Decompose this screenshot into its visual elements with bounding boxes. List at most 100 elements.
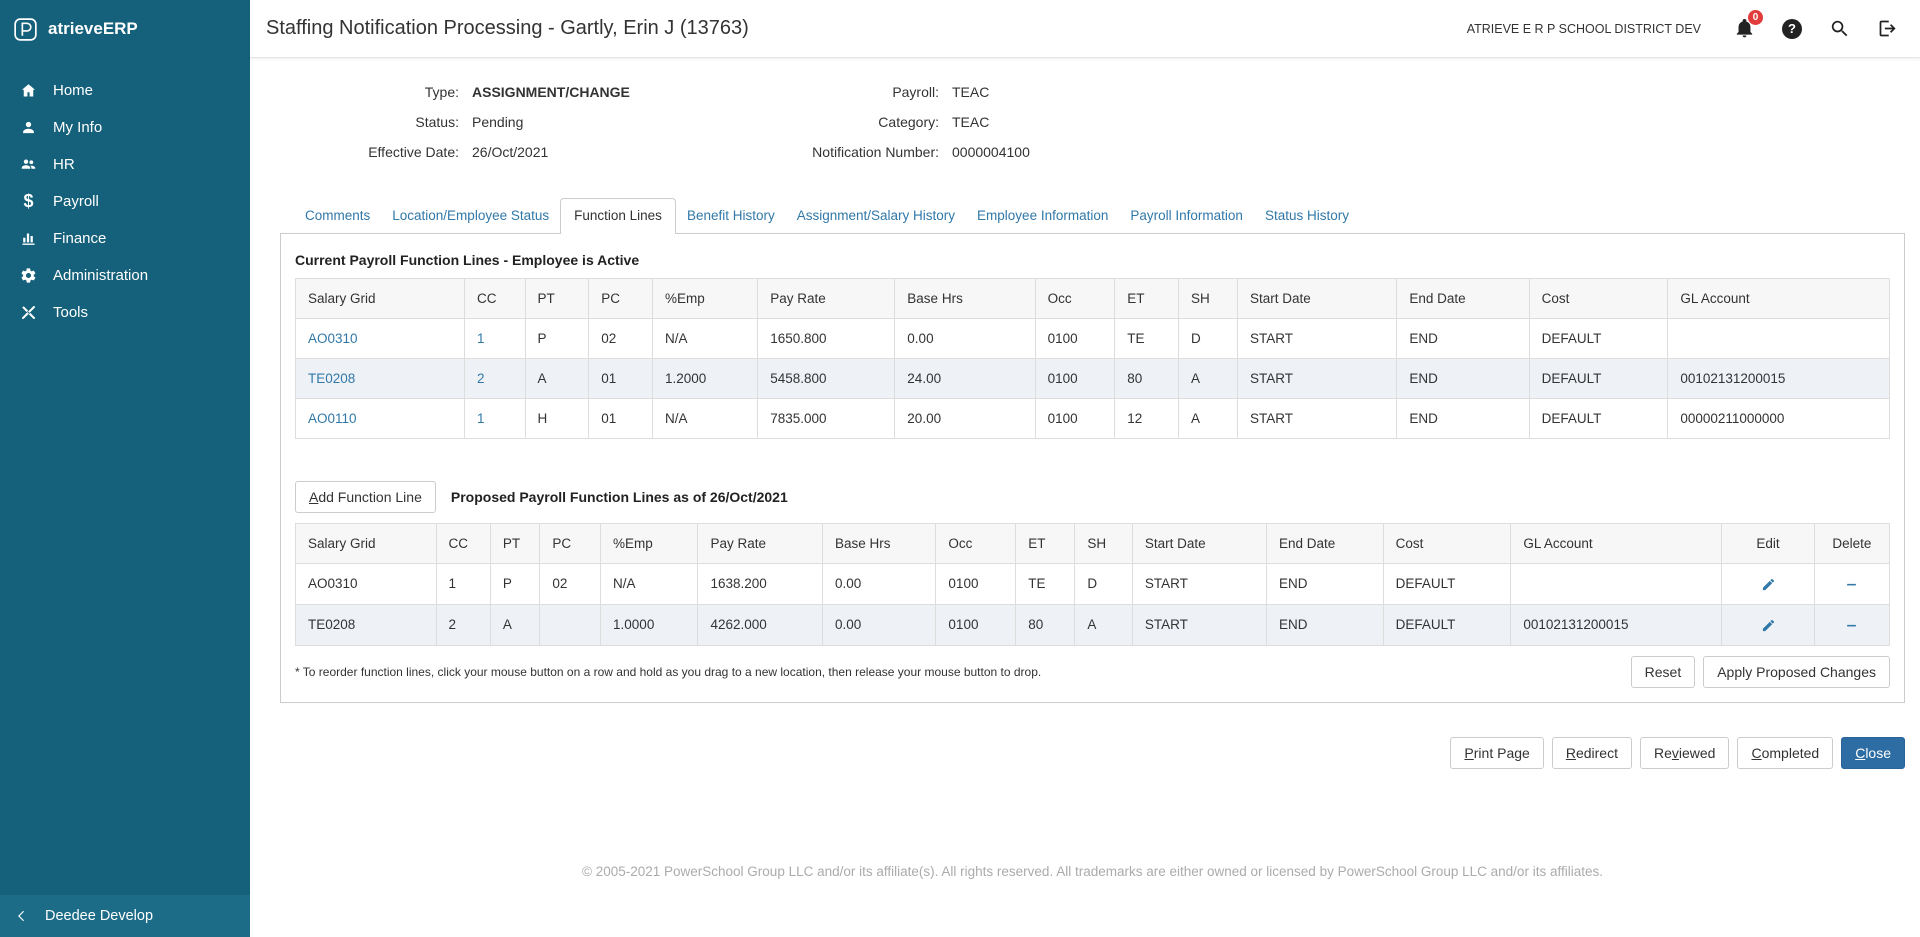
search-button[interactable] [1829,18,1850,39]
tab-function-lines[interactable]: Function Lines [560,198,676,234]
close-button[interactable]: Close [1841,737,1905,769]
content: Type:ASSIGNMENT/CHANGE Status:Pending Ef… [250,58,1920,937]
cell-start-date: START [1132,604,1266,645]
sidebar-item-hr[interactable]: HR [0,146,250,183]
col-pc: PC [540,524,601,564]
people-icon [19,156,38,173]
sidebar-item-tools[interactable]: Tools [0,294,250,331]
tab-assignment-salary-history[interactable]: Assignment/Salary History [786,199,966,233]
sidebar-item-home[interactable]: Home [0,72,250,109]
cell-cc: 1 [436,564,490,605]
cell-cc: 1 [464,319,525,359]
cc-link[interactable]: 1 [477,411,485,426]
edit-pencil-icon[interactable] [1761,577,1776,592]
col-gl-account: GL Account [1668,279,1890,319]
details-left: Type:ASSIGNMENT/CHANGE Status:Pending Ef… [280,84,760,174]
tab-employee-information[interactable]: Employee Information [966,199,1119,233]
cell-delete [1814,604,1889,645]
proposed-function-line-row[interactable]: TE02082A1.00004262.0000.00010080ASTARTEN… [296,604,1890,645]
topbar-actions: ATRIEVE E R P SCHOOL DISTRICT DEV 0 [1467,18,1898,39]
copyright-text: © 2005-2021 PowerSchool Group LLC and/or… [280,864,1905,879]
proposed-function-line-row[interactable]: AO03101P02N/A1638.2000.000100TEDSTARTEND… [296,564,1890,605]
reviewed-button[interactable]: Reviewed [1640,737,1730,769]
cell-base-hrs: 0.00 [823,604,936,645]
dollar-icon: $ [19,193,38,210]
tab-location-employee-status[interactable]: Location/Employee Status [381,199,560,233]
sidebar-item-finance[interactable]: Finance [0,220,250,257]
proposed-section-title: Proposed Payroll Function Lines as of 26… [451,489,788,505]
sidebar-user[interactable]: Deedee Develop [0,895,250,937]
tab-benefit-history[interactable]: Benefit History [676,199,786,233]
apply-proposed-changes-button[interactable]: Apply Proposed Changes [1703,656,1890,688]
brand[interactable]: atrieveERP [0,0,250,58]
cell-gl-account: 00102131200015 [1511,604,1722,645]
col-edit: Edit [1722,524,1815,564]
proposed-function-lines-table: Salary GridCCPTPC%EmpPay RateBase HrsOcc… [295,523,1890,646]
payroll-label: Payroll: [760,84,952,100]
col-cc: CC [436,524,490,564]
home-icon [19,82,38,99]
help-button[interactable] [1782,19,1802,39]
delete-minus-icon[interactable] [1844,577,1859,592]
atrieve-logo-icon [12,16,39,43]
cc-link[interactable]: 1 [477,331,485,346]
cell-pay-rate: 4262.000 [698,604,823,645]
cell-et: 12 [1115,399,1179,439]
col-cost: Cost [1383,524,1511,564]
reset-button[interactable]: Reset [1631,656,1696,688]
cc-link[interactable]: 2 [477,371,485,386]
current-function-lines-table: Salary GridCCPTPC%EmpPay RateBase HrsOcc… [295,278,1890,439]
cell-pc [540,604,601,645]
completed-button[interactable]: Completed [1737,737,1833,769]
cell-cost: DEFAULT [1383,564,1511,605]
delete-minus-icon[interactable] [1844,618,1859,633]
cell-end-date: END [1397,319,1529,359]
cell-edit [1722,604,1815,645]
sidebar-item-label: Home [53,82,93,99]
brand-name: atrieveERP [48,19,138,39]
sidebar-item-administration[interactable]: Administration [0,257,250,294]
topbar: Staffing Notification Processing - Gartl… [250,0,1920,58]
cell-et: 80 [1016,604,1075,645]
cell-end-date: END [1266,564,1383,605]
cell-emp: N/A [653,319,758,359]
col-occ: Occ [1035,279,1115,319]
notifications-button[interactable]: 0 [1734,18,1755,39]
tab-payroll-information[interactable]: Payroll Information [1119,199,1254,233]
col-pt: PT [490,524,540,564]
details-right: Payroll:TEAC Category:TEAC Notification … [760,84,1030,174]
col-emp: %Emp [653,279,758,319]
edit-pencil-icon[interactable] [1761,618,1776,633]
sidebar-item-my-info[interactable]: My Info [0,109,250,146]
sidebar-item-label: Tools [53,304,88,321]
col-occ: Occ [936,524,1016,564]
tab-status-history[interactable]: Status History [1254,199,1360,233]
cell-et: TE [1016,564,1075,605]
current-section-title: Current Payroll Function Lines - Employe… [295,252,1890,268]
logout-button[interactable] [1877,18,1898,39]
redirect-button[interactable]: Redirect [1552,737,1632,769]
col-pay-rate: Pay Rate [758,279,895,319]
cell-gl-account: 00102131200015 [1668,359,1890,399]
tab-bar: CommentsLocation/Employee StatusFunction… [280,198,1905,233]
cell-sh: A [1075,604,1132,645]
cell-pc: 01 [589,359,653,399]
cell-et: 80 [1115,359,1179,399]
col-base-hrs: Base Hrs [895,279,1035,319]
notification-badge: 0 [1748,10,1763,25]
add-function-line-button[interactable]: Add Function Line [295,481,436,513]
salary-grid-link[interactable]: AO0310 [308,331,358,346]
print-page-button[interactable]: Print Page [1450,737,1543,769]
cell-gl-account [1668,319,1890,359]
cell-pc: 02 [540,564,601,605]
cell-pt: P [490,564,540,605]
cell-cost: DEFAULT [1529,319,1668,359]
effective-date-label: Effective Date: [280,144,472,160]
col-start-date: Start Date [1132,524,1266,564]
salary-grid-link[interactable]: TE0208 [308,371,355,386]
salary-grid-link[interactable]: AO0110 [308,411,357,426]
sidebar-item-payroll[interactable]: $Payroll [0,183,250,220]
tab-comments[interactable]: Comments [294,199,381,233]
col-sh: SH [1179,279,1238,319]
cell-salary-grid: AO0310 [296,564,437,605]
